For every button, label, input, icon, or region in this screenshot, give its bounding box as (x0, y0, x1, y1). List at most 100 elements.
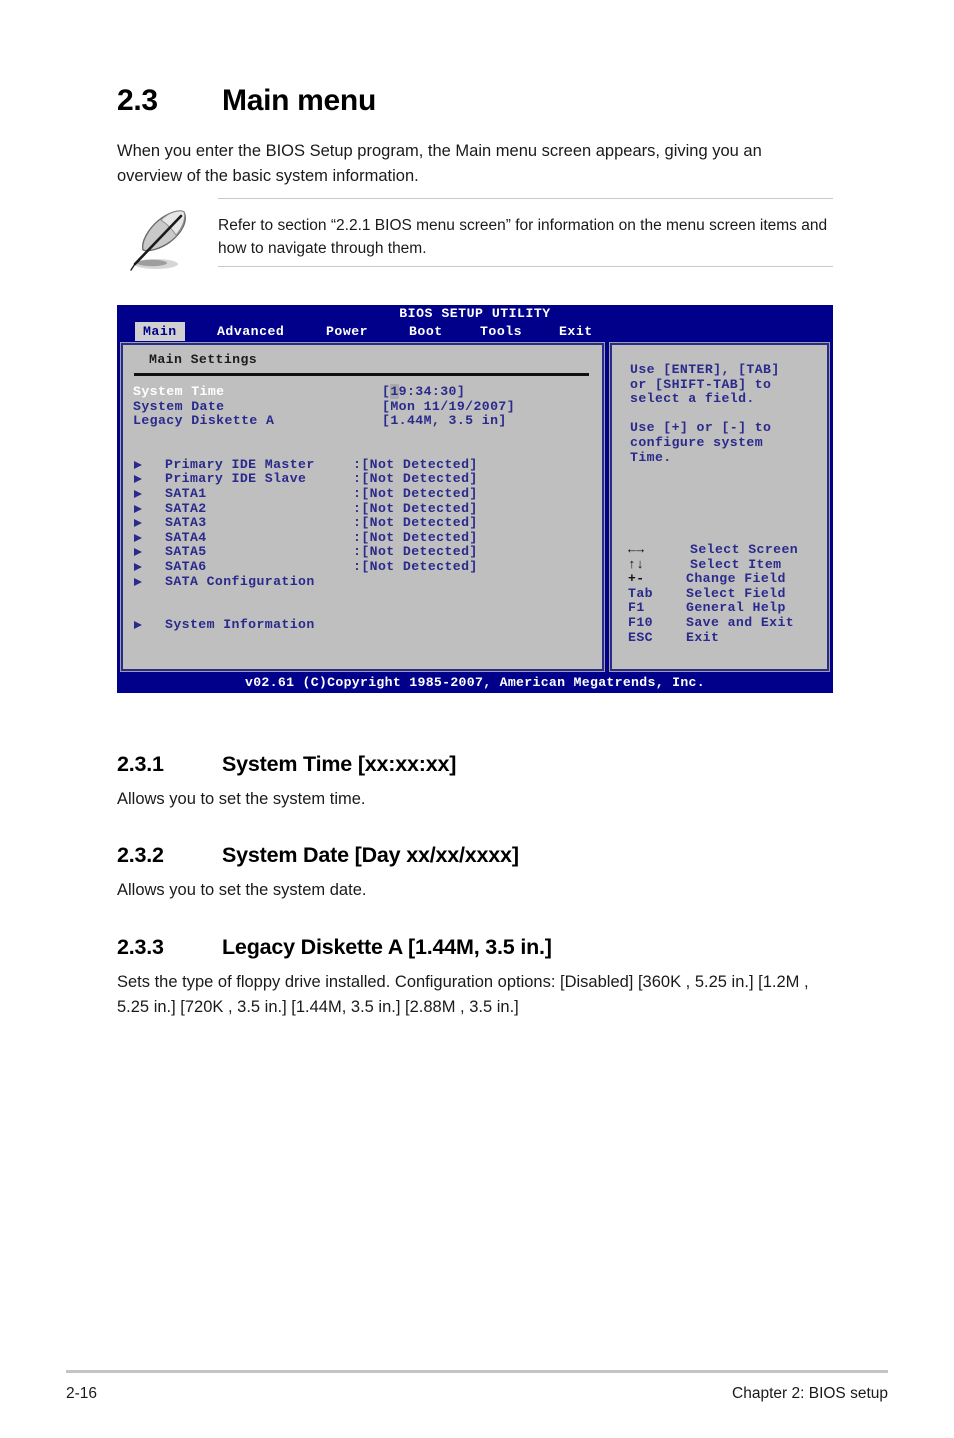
feather-pen-icon (130, 210, 186, 271)
menu-item-value: :[Not Detected] (353, 500, 478, 516)
key-legend-row-select-screen: ←→ Select Screen (624, 542, 823, 558)
panel-header: Main Settings (149, 352, 258, 367)
text-cursor: 1 (390, 384, 399, 399)
field-system-date[interactable]: System Date [Mon 11/19/2007] (123, 399, 602, 415)
triangle-right-icon (134, 548, 142, 557)
subsection-2-3-1: 2.3.1 System Time [xx:xx:xx] Allows you t… (117, 752, 833, 812)
subsection-title: Legacy Diskette A [1.44M, 3.5 in.] (222, 935, 552, 959)
triangle-right-icon (134, 562, 142, 571)
triangle-right-icon (134, 533, 142, 542)
tab-exit[interactable]: Exit (559, 322, 593, 341)
bios-settings-panel: Main Settings System Time [19:34:30] Sys… (120, 342, 605, 672)
triangle-right-icon (134, 475, 142, 484)
subsection-2-3-2: 2.3.2 System Date [Day xx/xx/xxxx] Allows… (117, 843, 833, 903)
key-legend-row-exit: ESC Exit (624, 629, 823, 646)
subsection-number: 2.3.3 (117, 935, 164, 959)
footer-divider (66, 1370, 888, 1373)
subsection-2-3-3: 2.3.3 Legacy Diskette A [1.44M, 3.5 in.] … (117, 935, 833, 1020)
triangle-right-icon (134, 621, 142, 630)
section-number: 2.3 (117, 84, 158, 117)
triangle-right-icon (134, 489, 142, 498)
field-system-time-label: System Time (133, 384, 225, 399)
left-right-arrows-icon: ←→ (628, 542, 645, 557)
key-legend-desc: Change Field (686, 571, 786, 587)
menu-item-label: SATA3 (165, 515, 207, 531)
tab-main[interactable]: Main (135, 322, 185, 341)
key-legend-key: Tab (628, 585, 653, 601)
page-title: 2.3 Main menu (117, 84, 376, 118)
key-legend-desc: Save and Exit (686, 614, 795, 630)
menu-item-value: :[Not Detected] (353, 471, 478, 487)
tab-power[interactable]: Power (326, 322, 368, 341)
bios-panels: Main Settings System Time [19:34:30] Sys… (120, 342, 830, 672)
bios-copyright: v02.61 (C)Copyright 1985-2007, American … (245, 675, 705, 691)
field-legacy-diskette-a-value[interactable]: [1.44M, 3.5 in] (382, 414, 507, 429)
subsection-body: Allows you to set the system time. (117, 790, 366, 808)
menu-item-value: :[Not Detected] (353, 515, 478, 531)
menu-item-primary-ide-slave[interactable]: Primary IDE Slave :[Not Detected] (123, 472, 602, 487)
menu-item-sata1[interactable]: SATA1 :[Not Detected] (123, 485, 602, 502)
menu-item-sata4[interactable]: SATA4 :[Not Detected] (123, 529, 602, 546)
bios-help-panel: Use [ENTER], [TAB] or [SHIFT-TAB] to sel… (609, 342, 830, 672)
bios-field-list: System Time [19:34:30] System Date [Mon … (123, 384, 602, 633)
tab-tools[interactable]: Tools (480, 322, 522, 341)
key-legend-desc: Select Screen (690, 542, 799, 557)
menu-item-system-information[interactable]: System Information (123, 618, 602, 633)
page: 2.3 Main menu When you enter the BIOS Set… (0, 0, 954, 1438)
key-legend-row-general-help: F1 General Help (624, 601, 823, 616)
subsection-heading: 2.3.3 Legacy Diskette A [1.44M, 3.5 in.] (117, 935, 833, 960)
menu-item-label: System Information (165, 617, 315, 633)
menu-item-sata3[interactable]: SATA3 :[Not Detected] (123, 516, 602, 531)
field-system-time-value[interactable]: [19:34:30] (382, 384, 465, 400)
field-legacy-diskette-a[interactable]: Legacy Diskette A [1.44M, 3.5 in] (123, 414, 602, 429)
menu-item-value: :[Not Detected] (353, 485, 478, 501)
menu-item-sata5[interactable]: SATA5 :[Not Detected] (123, 545, 602, 560)
help-line-2: or [SHIFT-TAB] to (630, 376, 772, 392)
field-legacy-diskette-a-label: Legacy Diskette A (133, 413, 275, 429)
menu-item-primary-ide-master[interactable]: Primary IDE Master :[Not Detected] (123, 457, 602, 473)
subsection-body: Allows you to set the system date. (117, 881, 367, 899)
plus-minus-icon: +- (628, 571, 645, 587)
menu-item-value: :[Not Detected] (353, 544, 478, 560)
key-legend-row-select-field: Tab Select Field (624, 585, 823, 602)
key-legend: ←→ Select Screen ↑↓ Select Item +- Chang… (624, 542, 823, 646)
key-legend-desc: Exit (686, 629, 720, 645)
menu-item-label: SATA2 (165, 500, 207, 516)
menu-item-label: SATA4 (165, 529, 207, 545)
menu-item-label: SATA6 (165, 558, 207, 574)
menu-item-label: SATA1 (165, 485, 207, 501)
help-line-4: Use [+] or [-] to (630, 420, 772, 436)
bios-title: BIOS SETUP UTILITY (399, 306, 551, 321)
field-system-time[interactable]: System Time [19:34:30] (123, 384, 602, 400)
key-legend-desc: Select Item (690, 556, 782, 572)
key-legend-desc: General Help (686, 600, 786, 616)
triangle-right-icon (134, 519, 142, 528)
menu-item-label: Primary IDE Slave (165, 471, 307, 487)
field-system-date-value[interactable]: [Mon 11/19/2007] (382, 399, 515, 415)
help-line-3: select a field. (630, 391, 755, 407)
up-down-arrows-icon: ↑↓ (628, 556, 645, 572)
subsection-heading: 2.3.1 System Time [xx:xx:xx] (117, 752, 833, 777)
note-callout: Refer to section “2.2.1 BIOS menu screen… (117, 198, 833, 278)
help-line-1: Use [ENTER], [TAB] (630, 362, 780, 377)
bios-setup-screenshot: BIOS SETUP UTILITY Main Advanced Power B… (117, 305, 833, 693)
menu-item-sata-configuration[interactable]: SATA Configuration (123, 573, 602, 590)
help-line-5: configure system (630, 434, 764, 450)
triangle-right-icon (134, 577, 142, 586)
section-title-text: Main menu (222, 84, 376, 117)
menu-item-value: :[Not Detected] (353, 529, 478, 545)
footer-page-number: 2-16 (66, 1385, 98, 1402)
triangle-right-icon (134, 504, 142, 513)
menu-item-sata6[interactable]: SATA6 :[Not Detected] (123, 558, 602, 575)
tab-advanced[interactable]: Advanced (217, 322, 284, 341)
subsection-number: 2.3.1 (117, 752, 164, 776)
menu-item-label: SATA5 (165, 544, 207, 560)
menu-item-label: SATA Configuration (165, 573, 315, 589)
key-legend-row-save-and-exit: F10 Save and Exit (624, 614, 823, 631)
tab-boot[interactable]: Boot (409, 322, 443, 341)
intro-paragraph: When you enter the BIOS Setup program, t… (117, 142, 762, 185)
menu-item-sata2[interactable]: SATA2 :[Not Detected] (123, 500, 602, 517)
